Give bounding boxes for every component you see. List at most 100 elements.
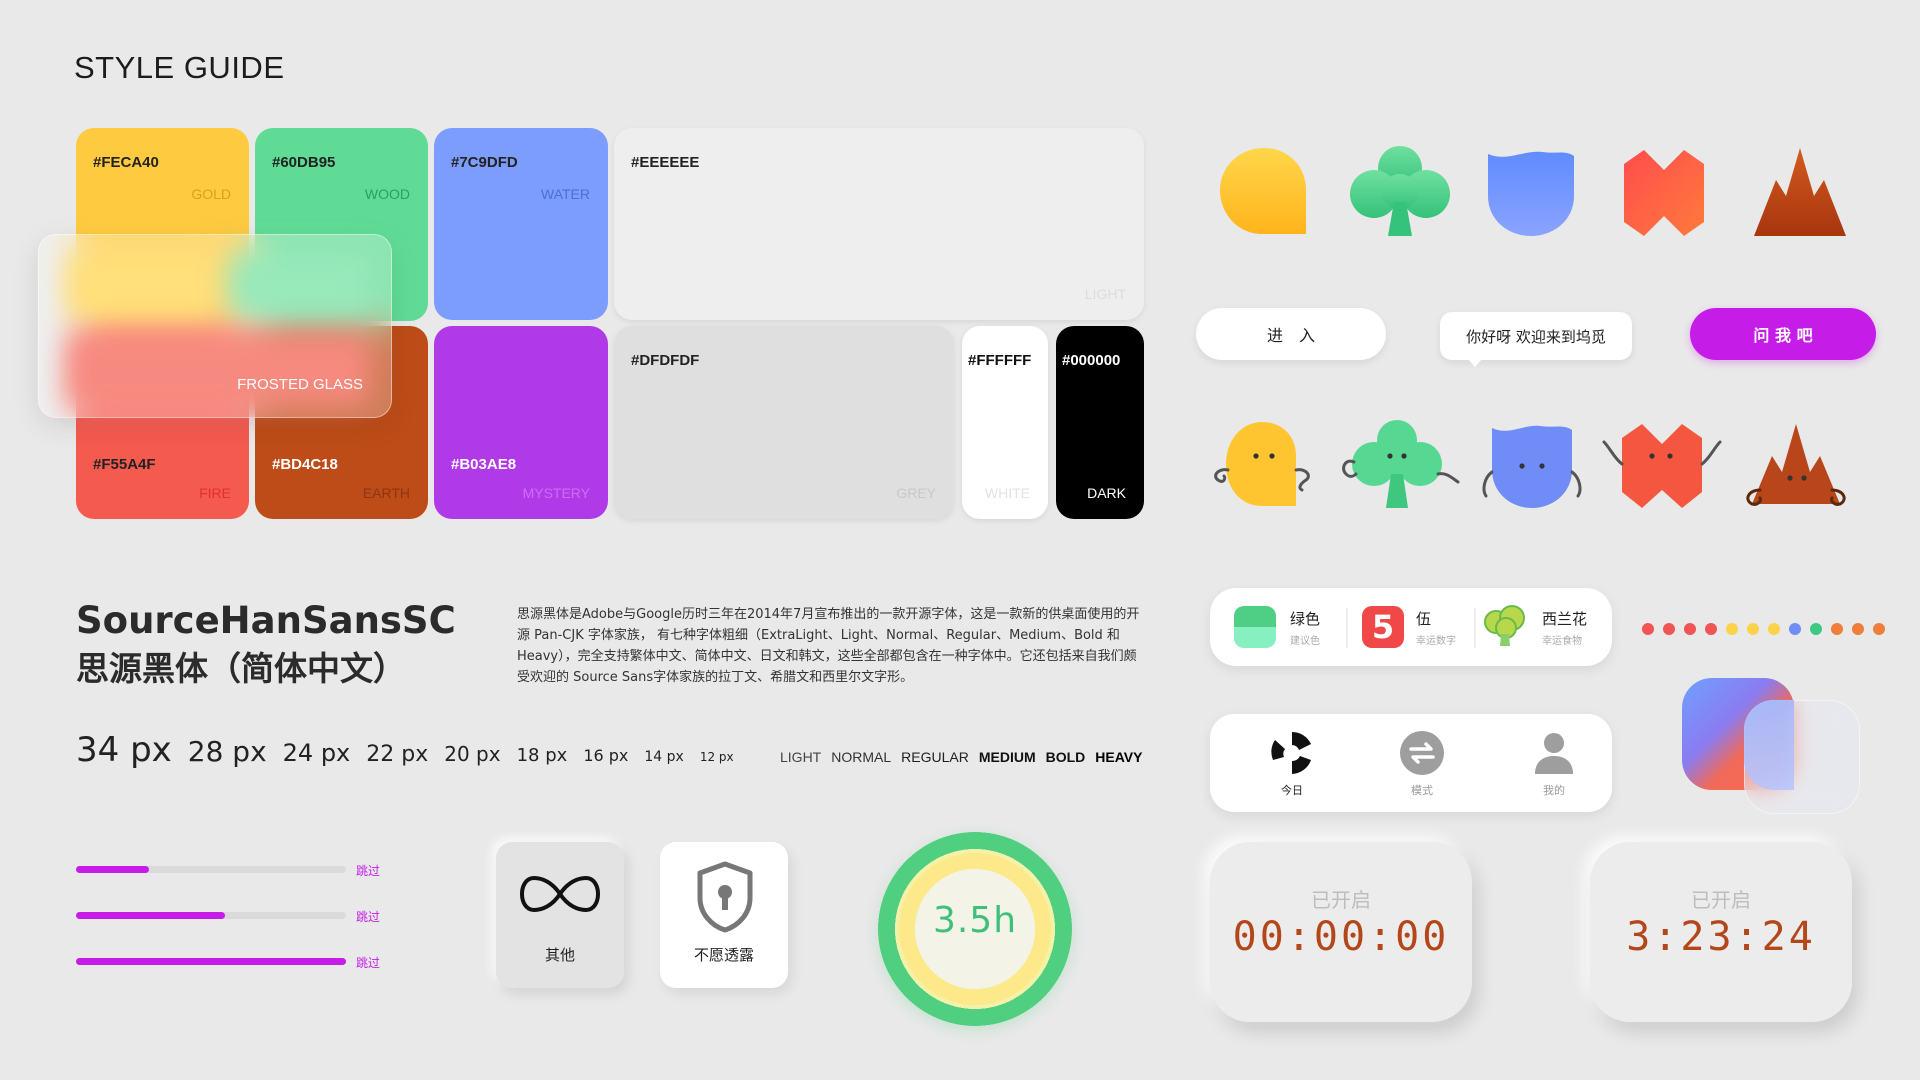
switch-arrows-icon [1400,731,1444,775]
lucky-number: 5 [1371,608,1395,646]
font-size-scale: 34 px 28 px 24 px 22 px 20 px 18 px 16 p… [76,730,734,770]
swatch-mystery: #B03AE8 MYSTERY [434,326,608,519]
size-28: 28 px [187,735,267,768]
size-16: 16 px [583,746,629,765]
option-card-private[interactable]: 不愿透露 [660,842,788,988]
skip-link[interactable]: 跳过 [356,862,380,879]
gold-character-icon [1214,422,1310,506]
progress-fill [76,912,225,919]
weight-bold: BOLD [1045,749,1086,765]
clover-character-icon [1342,420,1460,508]
size-34: 34 px [76,730,172,770]
shield-lock-icon [697,861,753,933]
color-dot [1831,623,1843,635]
lucky-food-sub: 幸运食物 [1542,636,1582,647]
weight-normal: NORMAL [831,749,892,765]
color-dot [1873,623,1885,635]
enter-button-label: 进 入 [1266,326,1315,345]
timer-label: 已开启 [1311,888,1371,912]
swatch-hex: #DFDFDF [631,352,700,369]
color-dot [1768,623,1780,635]
lucky-number-title: 伍 [1416,610,1432,628]
size-24: 24 px [282,739,351,767]
swatch-name: EARTH [362,485,410,501]
page-title: STYLE GUIDE [74,50,285,85]
swatch-hex: #FFFFFF [968,352,1032,369]
swatch-white: #FFFFFF WHITE [962,326,1048,519]
option-card-label: 不愿透露 [693,946,754,964]
water-shield-icon [1488,151,1574,236]
swatch-name: WHITE [984,485,1030,501]
swatch-hex: #FECA40 [93,154,159,171]
ask-me-button[interactable]: 问 我 吧 [1690,308,1876,360]
size-22: 22 px [366,742,429,767]
tab-mode[interactable]: 模式 [1386,730,1458,800]
swatch-hex: #B03AE8 [451,456,517,473]
option-card-label: 其他 [544,946,575,964]
tab-mine[interactable]: 我的 [1518,730,1590,800]
lucky-number-badge: 5 [1362,606,1404,648]
user-icon [1535,733,1573,774]
font-name-block: SourceHanSansSC 思源黑体（简体中文） [76,597,456,693]
swatch-hex: #BD4C18 [272,456,338,473]
font-name-cn: 思源黑体（简体中文） [76,649,406,688]
font-description: 思源黑体是Adobe与Google历时三年在2014年7月宣布推出的一款开源字体… [517,607,1140,685]
weight-medium: MEDIUM [978,749,1036,765]
timer-card: 已开启 00:00:00 [1210,842,1472,1022]
swatch-name: LIGHT [1084,286,1126,302]
skip-link[interactable]: 跳过 [356,908,380,925]
color-dot [1663,623,1675,635]
divider [1346,608,1348,648]
lucky-food-title: 西兰花 [1542,610,1588,628]
duration-ring: 3.5h [878,832,1072,1026]
infinity-icon [519,875,601,913]
tab-today[interactable]: 今日 [1256,730,1328,800]
progress-bar [76,912,346,919]
option-card-other[interactable]: 其他 [496,842,624,988]
swatch-name: GREY [896,485,936,501]
font-weight-scale: LIGHT NORMAL REGULAR MEDIUM BOLD HEAVY [780,749,1142,765]
greeting-bubble: 你好呀 欢迎来到坞觅 [1440,312,1632,367]
size-12: 12 px [699,750,734,764]
lucky-color-swatch [1234,606,1276,648]
earth-character-icon [1746,424,1846,506]
gradient-glass-sample [1680,676,1860,816]
swatch-name: MYSTERY [522,485,590,501]
weight-regular: REGULAR [901,749,969,765]
swatch-dark: #000000 DARK [1056,326,1144,519]
swatch-hex: #F55A4F [93,456,156,473]
size-14: 14 px [644,749,684,765]
aperture-icon [1271,732,1311,774]
color-dot [1789,623,1801,635]
water-character-icon [1482,425,1582,508]
weight-light: LIGHT [780,749,822,765]
tab-label: 我的 [1543,784,1565,797]
tab-label: 模式 [1411,784,1433,797]
clover-icon [1350,146,1450,236]
swatch-hex: #EEEEEE [631,154,700,171]
swatch-name: FIRE [199,485,231,501]
size-20: 20 px [444,742,501,766]
color-dot [1726,623,1738,635]
duration-value: 3.5h [932,900,1018,941]
weight-heavy: HEAVY [1095,749,1143,765]
gold-drop-icon [1220,148,1306,234]
fire-ribbon-icon [1624,150,1704,236]
enter-button[interactable]: 进 入 [1196,308,1386,360]
color-dot [1747,623,1759,635]
tab-bar: 今日 模式 我的 [1210,714,1612,812]
frosted-glass-sample: FROSTED GLASS [38,234,392,418]
progress-fill [76,866,149,873]
lucky-color-sub: 建议色 [1290,636,1320,647]
glass-highlight [1744,700,1794,790]
earth-mountain-icon [1754,148,1846,236]
lucky-color-title: 绿色 [1290,610,1321,628]
timer-card: 已开启 3:23:24 [1590,842,1852,1022]
timer-value: 3:23:24 [1626,914,1816,960]
swatch-name: WOOD [364,186,410,202]
greeting-text: 你好呀 欢迎来到坞觅 [1466,327,1606,346]
fire-character-icon [1602,424,1722,508]
lucky-info-card: 绿色 建议色 5 伍 幸运数字 西兰花 幸运食物 [1210,588,1612,666]
timer-value: 00:00:00 [1232,914,1450,960]
skip-link[interactable]: 跳过 [356,954,380,971]
